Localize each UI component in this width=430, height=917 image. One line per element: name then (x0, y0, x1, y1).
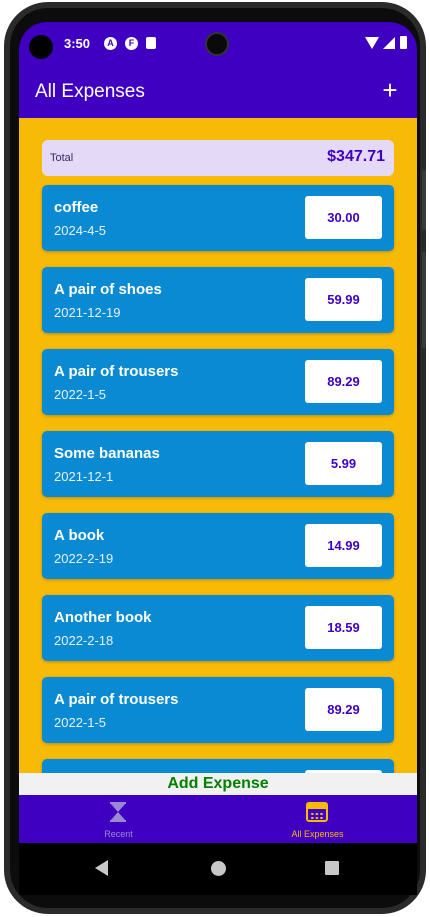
expense-amount: 30.00 (305, 196, 382, 239)
system-navigation-bar (19, 843, 417, 895)
home-icon[interactable] (211, 861, 226, 876)
add-expense-button[interactable]: Add Expense (19, 773, 417, 795)
expense-name: Another book (54, 609, 152, 626)
back-icon[interactable] (95, 860, 108, 876)
volume-button (422, 170, 426, 230)
expense-amount: 5.99 (305, 442, 382, 485)
expenses-content: Total $347.71 coffee 2024-4-5 30.00 A pa… (19, 118, 417, 773)
expense-item[interactable]: A pair of trousers 2022-1-5 89.29 (42, 349, 394, 415)
expense-date: 2021-12-19 (54, 305, 121, 320)
expense-name: Some bananas (54, 445, 160, 462)
expense-amount: 59.99 (305, 278, 382, 321)
wifi-icon (365, 37, 379, 49)
expense-item[interactable]: A pair of trousers 2022-1-5 89.29 (42, 677, 394, 743)
tab-all-expenses-label: All Expenses (291, 829, 344, 839)
expense-amount: 89.29 (305, 360, 382, 403)
expense-date: 2022-1-5 (54, 715, 107, 730)
expense-item[interactable] (42, 759, 394, 773)
bottom-navigation: Recent All Expenses (19, 795, 417, 843)
calendar-icon (306, 802, 328, 822)
page-title: All Expenses (35, 81, 145, 102)
recents-icon[interactable] (325, 861, 339, 875)
app-bar: All Expenses + (19, 68, 417, 118)
expense-name: A book (54, 527, 105, 544)
expense-date: 2021-12-1 (54, 469, 114, 484)
screen: 3:50 A F All Expenses + Total $347.71 co… (19, 22, 417, 895)
sd-card-icon (146, 37, 156, 49)
hourglass-icon (110, 802, 126, 822)
expense-item[interactable]: A pair of shoes 2021-12-19 59.99 (42, 267, 394, 333)
expense-name: A pair of trousers (54, 363, 179, 380)
expense-item[interactable]: A book 2022-2-19 14.99 (42, 513, 394, 579)
expense-date: 2024-4-5 (54, 223, 107, 238)
front-camera (205, 32, 229, 56)
total-label: Total (50, 152, 74, 164)
expense-name: coffee (54, 199, 99, 216)
total-value: $347.71 (327, 148, 385, 165)
battery-icon (400, 36, 407, 49)
signal-icon (383, 37, 395, 49)
tab-all-expenses[interactable]: All Expenses (218, 795, 417, 843)
status-time: 3:50 (64, 36, 91, 51)
power-button (422, 252, 426, 348)
expense-amount: 18.59 (305, 606, 382, 649)
expense-date: 2022-2-19 (54, 551, 114, 566)
expense-name: A pair of shoes (54, 281, 162, 298)
a-icon: A (104, 37, 117, 50)
expense-item[interactable]: Another book 2022-2-18 18.59 (42, 595, 394, 661)
status-bar: 3:50 A F (19, 22, 417, 68)
expense-item[interactable]: Some bananas 2021-12-1 5.99 (42, 431, 394, 497)
camera-cutout (29, 35, 53, 59)
expense-date: 2022-2-18 (54, 633, 114, 648)
expense-name: A pair of trousers (54, 691, 179, 708)
add-icon[interactable]: + (377, 77, 403, 103)
expense-date: 2022-1-5 (54, 387, 107, 402)
expense-amount: 89.29 (305, 688, 382, 731)
tab-recent-label: Recent (104, 829, 133, 839)
add-expense-label: Add Expense (167, 775, 269, 792)
tab-recent[interactable]: Recent (19, 795, 218, 843)
expense-item[interactable]: coffee 2024-4-5 30.00 (42, 185, 394, 251)
expense-list[interactable]: coffee 2024-4-5 30.00 A pair of shoes 20… (42, 185, 394, 773)
total-summary: Total $347.71 (42, 140, 394, 176)
f-icon: F (125, 37, 138, 50)
expense-amount: 14.99 (305, 524, 382, 567)
